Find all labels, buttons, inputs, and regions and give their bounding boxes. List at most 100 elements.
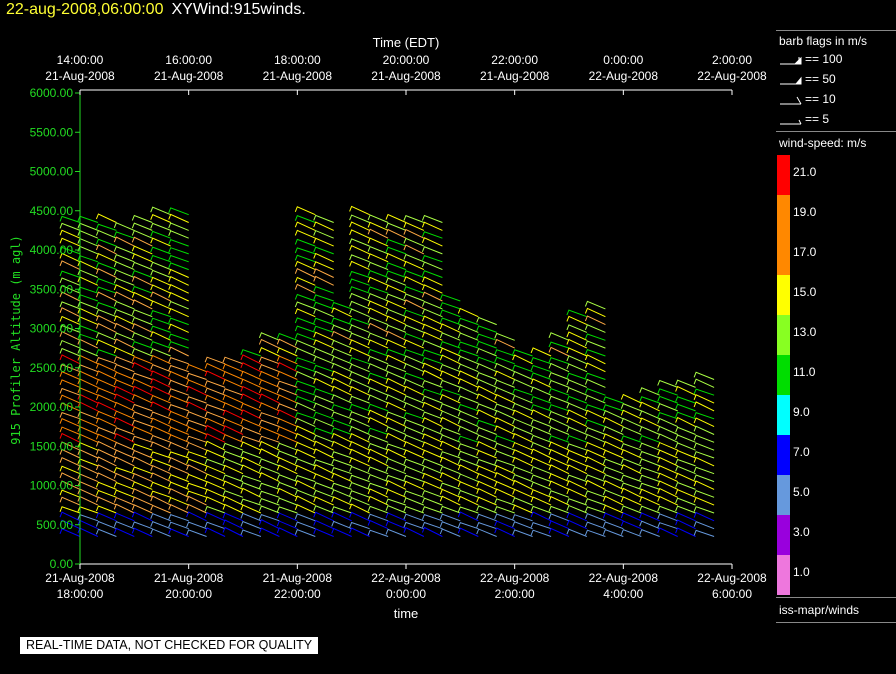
wind-barb (457, 317, 479, 326)
wind-barb (512, 354, 533, 365)
wind-barb (186, 464, 207, 475)
wind-barb (403, 426, 425, 435)
wind-barb (168, 521, 189, 530)
wind-barb (168, 247, 189, 255)
wind-barb (494, 362, 515, 373)
wind-barb (168, 410, 189, 420)
wind-barb (657, 480, 678, 490)
colorbar-cell (777, 235, 790, 275)
wind-barb (421, 270, 443, 278)
wind-barb (385, 448, 407, 459)
wind-barb (77, 519, 99, 530)
x-tick-label-time: 2:00:00 (495, 587, 535, 601)
wind-barb (512, 488, 533, 498)
wind-barb (584, 324, 606, 333)
wind-barb (222, 474, 244, 483)
wind-barb (168, 300, 189, 310)
wind-barb (657, 513, 678, 522)
wind-barb (313, 370, 334, 380)
wind-barb (584, 409, 606, 420)
wind-barb (77, 276, 99, 286)
wind-barb (566, 409, 588, 420)
wind-barb (276, 347, 298, 357)
wind-barb (222, 434, 244, 443)
wind-barb (294, 480, 316, 490)
colorbar-label: 17.0 (793, 245, 817, 259)
wind-barb (494, 498, 515, 506)
wind-barb (77, 513, 99, 522)
wind-barb (186, 379, 207, 388)
wind-barb (150, 411, 171, 420)
wind-barb (59, 418, 81, 428)
wind-barb (457, 418, 479, 428)
wind-barb (421, 526, 443, 537)
colorbar-label: 7.0 (793, 445, 810, 459)
wind-barb (168, 346, 189, 357)
wind-barb (584, 465, 606, 475)
wind-barb (602, 495, 624, 506)
wind-barb (367, 456, 389, 467)
wind-barb (693, 401, 715, 412)
wind-barb (222, 378, 244, 388)
wind-barb (313, 347, 334, 357)
wind-barb (168, 465, 189, 475)
wind-barb (313, 378, 334, 388)
x-tick-label-time: 0:00:00 (386, 587, 426, 601)
wind-barb (693, 511, 715, 522)
wind-barb (385, 364, 407, 373)
wind-barb (584, 404, 606, 412)
wind-barb (512, 378, 533, 388)
wind-barb (620, 403, 642, 412)
wind-barb (77, 481, 99, 490)
wind-barb (385, 377, 407, 388)
wind-barb (548, 341, 570, 349)
wind-barb (584, 362, 606, 373)
wind-barb (131, 394, 153, 404)
wind-barb (385, 432, 407, 443)
wind-barb (313, 325, 334, 333)
wind-barb (566, 338, 588, 349)
wind-barb (403, 285, 425, 294)
wind-barb (566, 457, 588, 467)
wind-barb (367, 394, 389, 404)
wind-barb (602, 473, 624, 483)
wind-barb (113, 236, 135, 247)
wind-barb (77, 449, 99, 459)
wind-barb (512, 394, 533, 404)
wind-barb (77, 237, 99, 247)
wind-barb (168, 262, 189, 271)
wind-barb (385, 417, 407, 428)
wind-barb (494, 472, 515, 483)
wind-barb (222, 526, 244, 537)
wind-barb (385, 371, 407, 380)
wind-barb (77, 426, 99, 435)
wind-barb (530, 442, 552, 451)
wind-barb (530, 521, 552, 530)
wind-barb (494, 425, 515, 435)
wind-barb (385, 300, 407, 310)
wind-barb (204, 356, 226, 365)
wind-barb (385, 480, 407, 490)
wind-barb (313, 402, 334, 412)
wind-barb (675, 497, 696, 506)
wind-barb (150, 504, 171, 514)
wind-barbs-layer (59, 205, 715, 537)
wind-barb (367, 355, 389, 365)
wind-barb (258, 466, 280, 475)
wind-barb (131, 261, 153, 271)
wind-barb (385, 401, 407, 412)
wind-barb (476, 356, 497, 365)
wind-barb (131, 473, 153, 483)
wind-barb (95, 308, 117, 318)
wind-barb (403, 214, 425, 223)
panel-divider (776, 30, 896, 31)
wind-barb (421, 481, 443, 490)
wind-barb (385, 315, 407, 326)
wind-barb (349, 474, 370, 483)
wind-barb (530, 448, 552, 459)
wind-barb (512, 426, 533, 435)
wind-barb (150, 348, 171, 357)
wind-barb (548, 490, 570, 498)
wind-barb (349, 433, 370, 443)
wind-barb (258, 402, 280, 412)
